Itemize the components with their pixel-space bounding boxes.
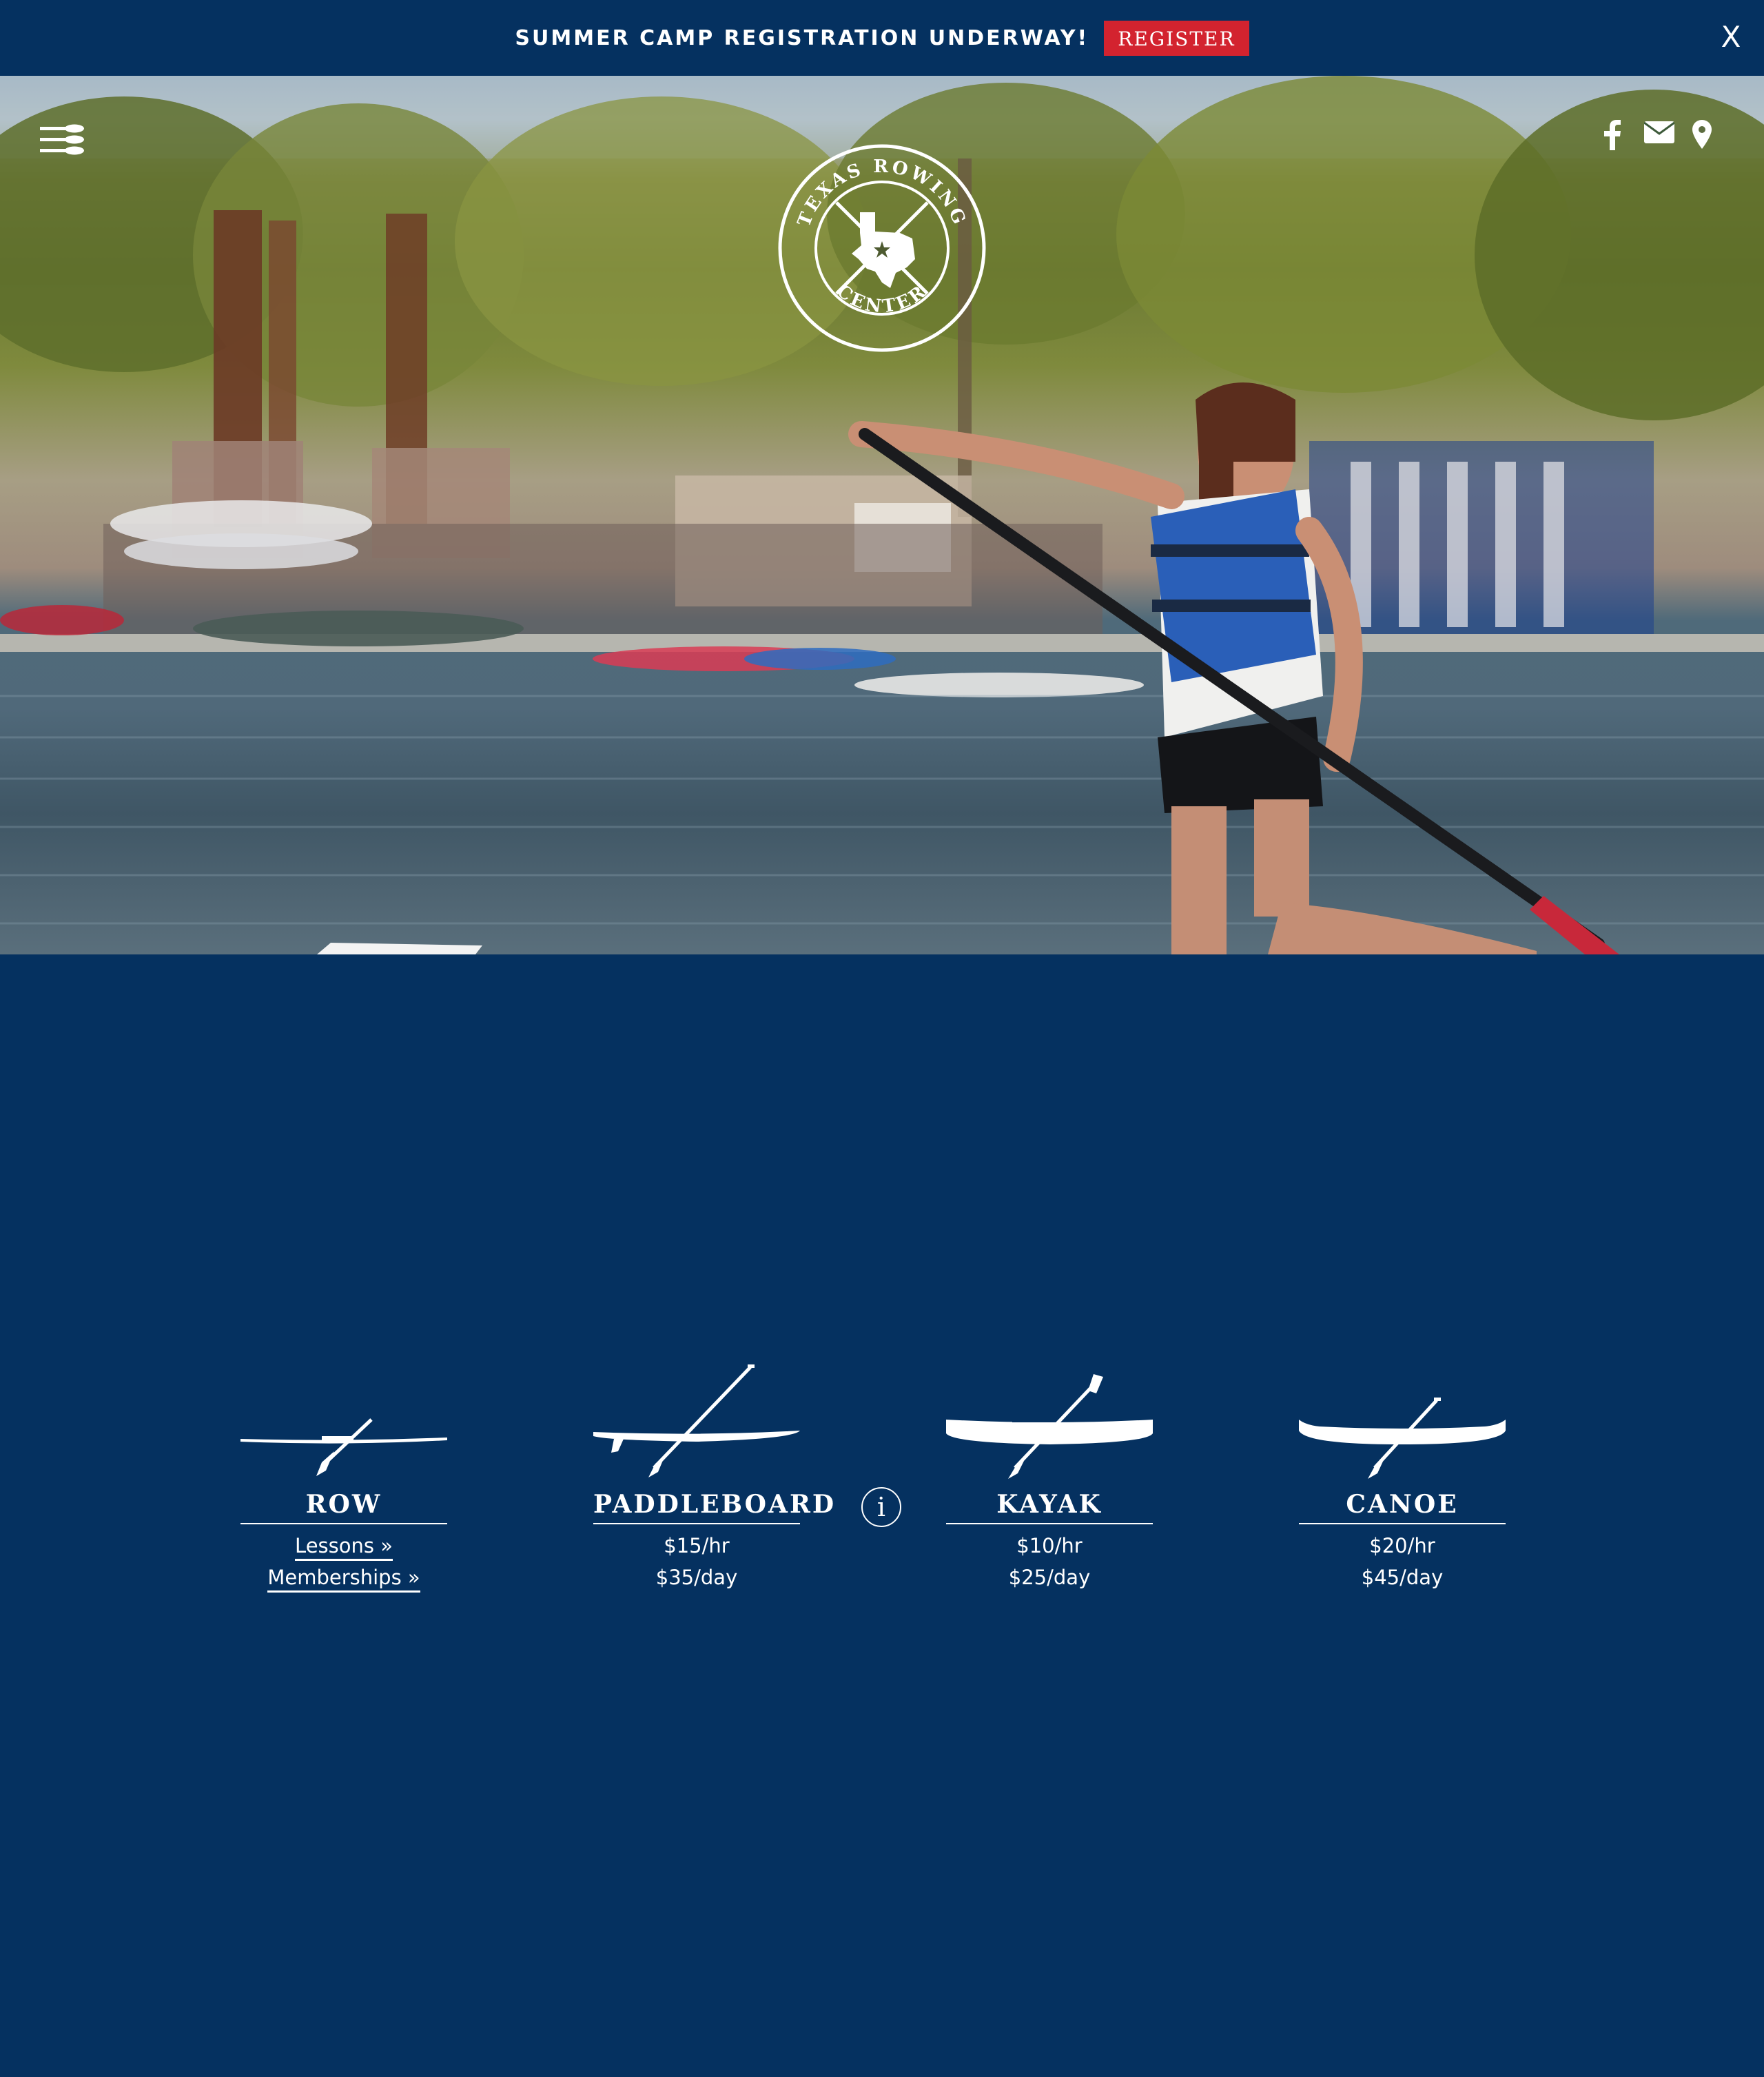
close-announcement-button[interactable]: X xyxy=(1710,17,1752,58)
rental-paddleboard: PADDLEBOARD $15/hr $35/day xyxy=(593,1364,834,1589)
envelope-icon[interactable] xyxy=(1644,120,1676,153)
map-pin-icon[interactable] xyxy=(1692,120,1720,153)
rowing-shell-icon xyxy=(240,1364,447,1482)
rental-title: PADDLEBOARD xyxy=(593,1490,834,1524)
lessons-link[interactable]: Lessons » xyxy=(295,1534,393,1561)
facebook-icon[interactable] xyxy=(1604,120,1629,153)
canoe-icon xyxy=(1299,1364,1506,1482)
kayak-icon xyxy=(946,1364,1153,1482)
memberships-link[interactable]: Memberships » xyxy=(267,1566,420,1593)
rental-row: ROW Lessons » Memberships » xyxy=(240,1364,447,1593)
announcement-text: SUMMER CAMP REGISTRATION UNDERWAY! xyxy=(515,25,1089,50)
texas-rowing-center-logo[interactable]: TEXAS ROWING CENTER xyxy=(777,143,987,353)
info-button[interactable]: i xyxy=(861,1487,901,1527)
price-hourly: $15/hr xyxy=(664,1534,730,1557)
rental-canoe: CANOE $20/hr $45/day xyxy=(1299,1364,1506,1589)
rental-kayak: KAYAK $10/hr $25/day xyxy=(946,1364,1153,1589)
price-daily: $35/day xyxy=(655,1566,738,1589)
price-daily: $45/day xyxy=(1361,1566,1444,1589)
hero-image: TEXAS ROWING CENTER xyxy=(0,76,1764,954)
rentals-section: ROW Lessons » Memberships » PADDLEBOARD … xyxy=(0,954,1764,2077)
logo-bottom-text: CENTER xyxy=(832,280,929,318)
svg-text:CENTER: CENTER xyxy=(832,280,932,318)
rental-title: KAYAK xyxy=(946,1490,1153,1524)
price-hourly: $20/hr xyxy=(1369,1534,1435,1557)
price-daily: $25/day xyxy=(1008,1566,1091,1589)
rental-title: CANOE xyxy=(1299,1490,1506,1524)
announcement-bar: SUMMER CAMP REGISTRATION UNDERWAY! REGIS… xyxy=(0,0,1764,76)
register-button[interactable]: REGISTER xyxy=(1104,20,1249,56)
menu-oars-icon[interactable] xyxy=(40,123,85,157)
rental-title: ROW xyxy=(240,1490,447,1524)
paddleboard-icon xyxy=(593,1364,800,1482)
price-hourly: $10/hr xyxy=(1016,1534,1083,1557)
